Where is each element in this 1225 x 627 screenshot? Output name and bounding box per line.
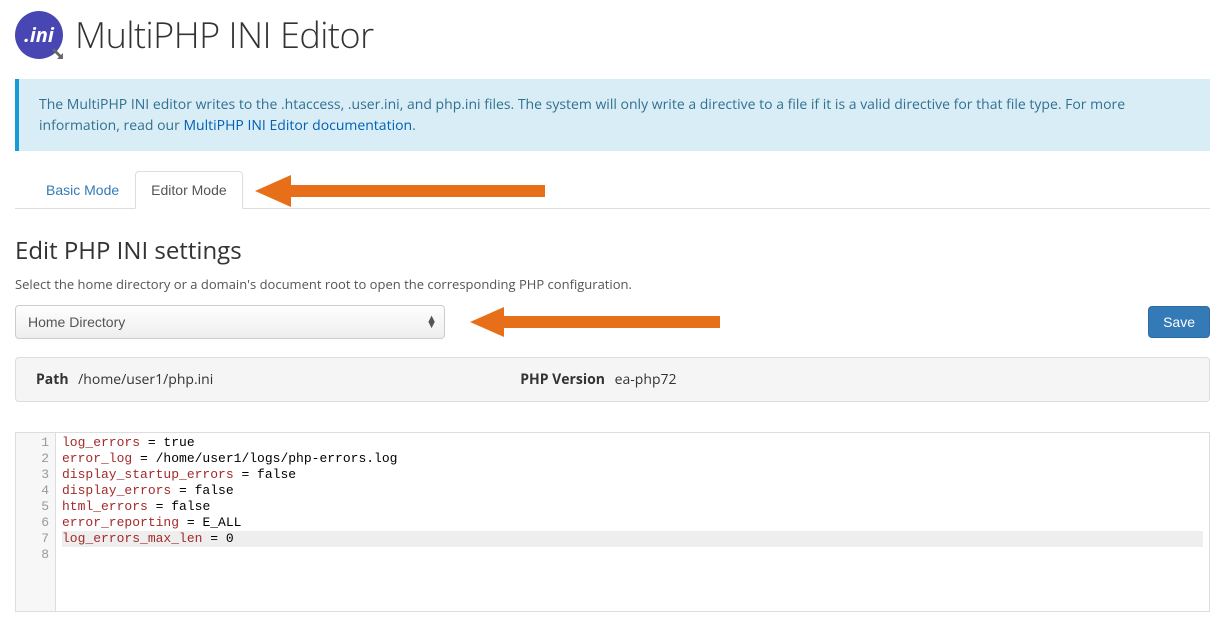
- token-val: E_ALL: [202, 515, 241, 530]
- token-val: /home/user1/logs/php-errors.log: [156, 451, 398, 466]
- code-line[interactable]: error_reporting = E_ALL: [62, 515, 1203, 531]
- token-val: 0: [226, 531, 234, 546]
- php-version-value: ea-php72: [615, 370, 677, 389]
- token-op: =: [202, 531, 225, 546]
- gutter-line: 7: [24, 531, 49, 547]
- token-key: error_log: [62, 451, 132, 466]
- token-op: =: [140, 435, 163, 450]
- token-val: false: [257, 467, 296, 482]
- info-bar: Path /home/user1/php.ini PHP Version ea-…: [15, 357, 1210, 402]
- app-icon-text: .ini: [24, 21, 54, 48]
- gutter-line: 5: [24, 499, 49, 515]
- path-value: /home/user1/php.ini: [78, 370, 213, 389]
- annotation-arrow-select: [470, 305, 720, 339]
- gutter-line: 8: [24, 547, 49, 563]
- token-key: display_startup_errors: [62, 467, 234, 482]
- editor-code[interactable]: log_errors = trueerror_log = /home/user1…: [56, 433, 1209, 611]
- editor-gutter: 12345678: [16, 433, 56, 611]
- gutter-line: 1: [24, 435, 49, 451]
- app-icon: .ini: [15, 11, 63, 59]
- token-op: =: [234, 467, 257, 482]
- alert-doc-link[interactable]: MultiPHP INI Editor documentation: [183, 116, 412, 135]
- code-line[interactable]: display_errors = false: [62, 483, 1203, 499]
- page-title: MultiPHP INI Editor: [75, 10, 374, 59]
- tab-basic-mode[interactable]: Basic Mode: [30, 171, 135, 209]
- code-line[interactable]: error_log = /home/user1/logs/php-errors.…: [62, 451, 1203, 467]
- gutter-line: 2: [24, 451, 49, 467]
- token-op: =: [171, 483, 194, 498]
- code-line[interactable]: display_startup_errors = false: [62, 467, 1203, 483]
- token-val: true: [163, 435, 194, 450]
- section-help: Select the home directory or a domain's …: [15, 275, 1210, 293]
- code-editor[interactable]: 12345678 log_errors = trueerror_log = /h…: [15, 432, 1210, 612]
- token-op: =: [179, 515, 202, 530]
- location-select[interactable]: Home Directory: [15, 305, 445, 339]
- save-button[interactable]: Save: [1148, 306, 1210, 338]
- alert-text-post: .: [412, 116, 416, 135]
- gutter-line: 6: [24, 515, 49, 531]
- section-title: Edit PHP INI settings: [15, 234, 1210, 267]
- token-val: false: [195, 483, 234, 498]
- token-key: error_reporting: [62, 515, 179, 530]
- token-key: display_errors: [62, 483, 171, 498]
- token-val: false: [171, 499, 210, 514]
- tab-editor-mode[interactable]: Editor Mode: [135, 171, 242, 209]
- gutter-line: 3: [24, 467, 49, 483]
- code-line[interactable]: log_errors_max_len = 0: [62, 531, 1203, 547]
- code-line[interactable]: html_errors = false: [62, 499, 1203, 515]
- code-line[interactable]: [62, 547, 1203, 563]
- token-op: =: [132, 451, 155, 466]
- code-line[interactable]: log_errors = true: [62, 435, 1203, 451]
- mode-tabs: Basic Mode Editor Mode: [15, 171, 1210, 209]
- token-key: log_errors: [62, 435, 140, 450]
- token-key: log_errors_max_len: [62, 531, 202, 546]
- path-label: Path: [36, 370, 69, 389]
- info-alert: The MultiPHP INI editor writes to the .h…: [15, 79, 1210, 151]
- token-op: =: [148, 499, 171, 514]
- token-key: html_errors: [62, 499, 148, 514]
- php-version-label: PHP Version: [520, 370, 605, 389]
- gutter-line: 4: [24, 483, 49, 499]
- annotation-arrow-tabs: [255, 173, 545, 209]
